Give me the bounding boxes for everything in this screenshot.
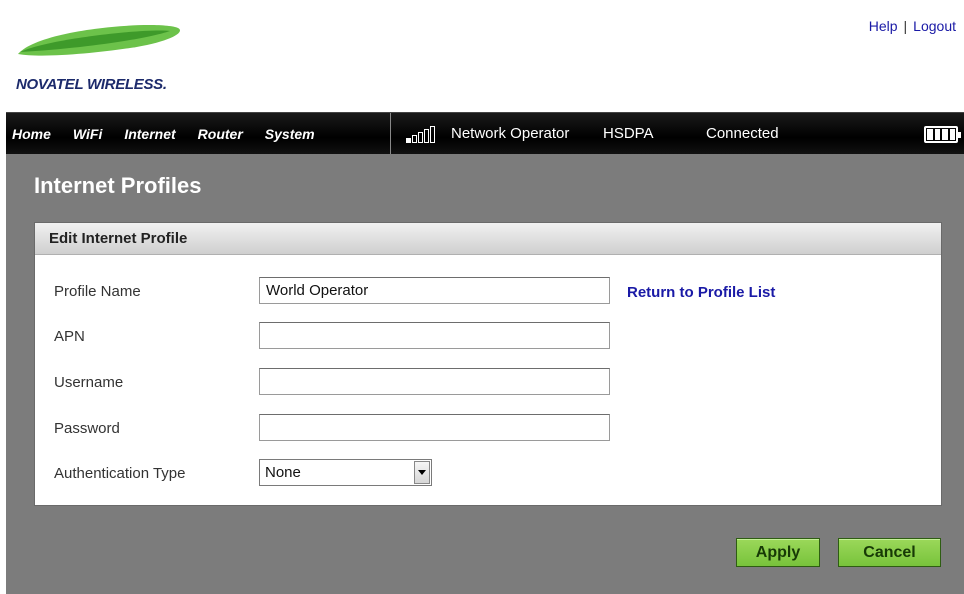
battery-cell bbox=[927, 129, 933, 140]
password-input[interactable] bbox=[259, 414, 610, 441]
username-row: Username bbox=[35, 368, 941, 398]
battery-cell bbox=[934, 129, 940, 140]
connection-status: Connected bbox=[706, 125, 779, 142]
nav-item-internet[interactable]: Internet bbox=[124, 126, 175, 142]
nav-item-wifi[interactable]: WiFi bbox=[73, 126, 102, 142]
apn-label: APN bbox=[54, 328, 85, 345]
return-to-profile-list-link[interactable]: Return to Profile List bbox=[627, 284, 775, 301]
password-row: Password bbox=[35, 414, 941, 444]
nav-menu: Home WiFi Internet Router System bbox=[6, 113, 326, 155]
profile-name-label: Profile Name bbox=[54, 283, 141, 300]
auth-type-row: Authentication Type None bbox=[35, 459, 941, 489]
panel-title: Edit Internet Profile bbox=[35, 223, 941, 255]
profile-name-row: Profile Name Return to Profile List bbox=[35, 277, 941, 307]
battery-icon bbox=[924, 126, 961, 143]
nav-item-router[interactable]: Router bbox=[198, 126, 243, 142]
top-links: Help | Logout bbox=[869, 18, 956, 34]
cancel-button[interactable]: Cancel bbox=[838, 538, 941, 567]
nav-item-home[interactable]: Home bbox=[12, 126, 51, 142]
page-title: Internet Profiles bbox=[34, 173, 202, 198]
signal-bar bbox=[406, 138, 411, 143]
auth-type-value: None bbox=[265, 464, 301, 481]
apn-row: APN bbox=[35, 322, 941, 352]
link-separator: | bbox=[903, 18, 908, 34]
apn-input[interactable] bbox=[259, 322, 610, 349]
swoosh-logo-icon bbox=[18, 25, 180, 56]
novatel-logo: NOVATEL WIRELESS. bbox=[10, 18, 185, 98]
router-admin-page: NOVATEL WIRELESS. Help | Logout Home WiFi … bbox=[6, 0, 964, 594]
signal-bar bbox=[430, 126, 435, 143]
signal-bar bbox=[412, 135, 417, 143]
network-type: HSDPA bbox=[603, 125, 654, 142]
logout-link[interactable]: Logout bbox=[913, 18, 956, 34]
apply-button[interactable]: Apply bbox=[736, 538, 820, 567]
nav-divider bbox=[390, 113, 391, 155]
profile-name-input[interactable] bbox=[259, 277, 610, 304]
signal-strength-icon bbox=[406, 125, 446, 143]
chevron-down-icon[interactable] bbox=[414, 461, 430, 484]
username-input[interactable] bbox=[259, 368, 610, 395]
network-operator: Network Operator bbox=[451, 125, 570, 142]
battery-cell bbox=[949, 129, 955, 140]
nav-item-system[interactable]: System bbox=[265, 126, 315, 142]
auth-type-select[interactable]: None bbox=[259, 459, 432, 486]
battery-cell bbox=[942, 129, 948, 140]
header: NOVATEL WIRELESS. Help | Logout bbox=[6, 0, 964, 112]
username-label: Username bbox=[54, 374, 124, 391]
nav-bar: Home WiFi Internet Router System Network… bbox=[6, 112, 964, 155]
logo-text: NOVATEL WIRELESS. bbox=[16, 76, 167, 93]
signal-bar bbox=[418, 132, 423, 143]
signal-bar bbox=[424, 129, 429, 143]
auth-type-label: Authentication Type bbox=[54, 465, 186, 482]
password-label: Password bbox=[54, 420, 120, 437]
help-link[interactable]: Help bbox=[869, 18, 898, 34]
content-area: Internet Profiles Edit Internet Profile … bbox=[6, 154, 964, 594]
edit-profile-panel: Edit Internet Profile Profile Name Retur… bbox=[34, 222, 942, 506]
